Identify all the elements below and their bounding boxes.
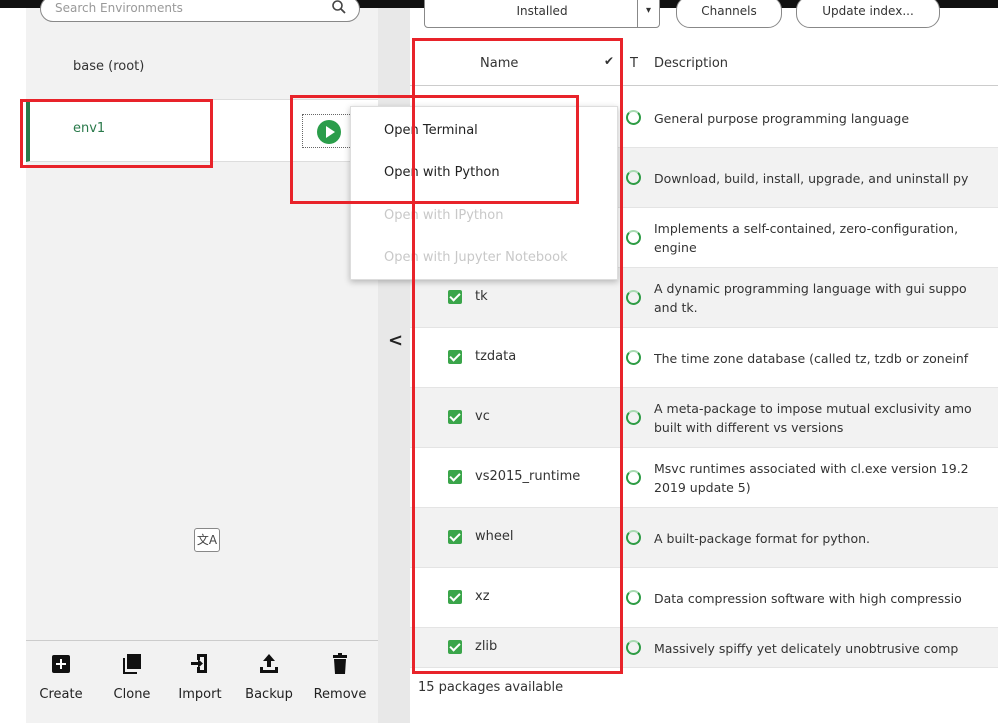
status-icon bbox=[626, 170, 641, 185]
environment-item-base[interactable]: base (root) bbox=[26, 38, 378, 100]
create-label: Create bbox=[39, 687, 83, 702]
search-environments-input[interactable]: Search Environments bbox=[40, 0, 360, 22]
import-icon bbox=[191, 654, 207, 673]
status-icon bbox=[626, 530, 641, 545]
backup-label: Backup bbox=[245, 687, 293, 702]
package-description: Massively spiffy yet delicately unobtrus… bbox=[654, 640, 959, 656]
status-icon bbox=[626, 110, 641, 125]
remove-label: Remove bbox=[313, 687, 367, 702]
environment-label: base (root) bbox=[73, 59, 145, 74]
package-description: A built-package format for python. bbox=[654, 530, 871, 546]
package-description: A meta-package to impose mutual exclusiv… bbox=[654, 401, 972, 416]
chevron-down-icon: ▾ bbox=[637, 0, 659, 27]
environment-actions-toolbar: Create Clone Import Backup Remove bbox=[26, 640, 378, 723]
update-index-button[interactable]: Update index... bbox=[796, 0, 940, 28]
package-description: engine bbox=[654, 240, 697, 255]
status-icon bbox=[626, 640, 641, 655]
upload-icon bbox=[260, 654, 278, 673]
status-icon bbox=[626, 230, 641, 245]
package-filter-select[interactable]: Installed ▾ bbox=[424, 0, 660, 28]
import-button[interactable]: Import bbox=[168, 653, 232, 702]
package-description: and tk. bbox=[654, 300, 698, 315]
column-header-description[interactable]: Description bbox=[654, 56, 728, 71]
import-label: Import bbox=[178, 687, 222, 702]
package-description: Data compression software with high comp… bbox=[654, 590, 962, 606]
package-description: 2019 update 5) bbox=[654, 480, 751, 495]
create-button[interactable]: Create bbox=[29, 653, 93, 702]
package-filter-value: Installed bbox=[516, 4, 568, 18]
search-icon[interactable] bbox=[331, 0, 347, 15]
package-description: built with different vs versions bbox=[654, 420, 844, 435]
status-icon bbox=[626, 410, 641, 425]
search-placeholder: Search Environments bbox=[55, 1, 183, 15]
clone-button[interactable]: Clone bbox=[100, 653, 164, 702]
translate-icon[interactable]: 文A bbox=[194, 528, 220, 552]
status-icon bbox=[626, 470, 641, 485]
annotation-box-env1 bbox=[20, 99, 213, 168]
package-description: A dynamic programming language with gui … bbox=[654, 281, 967, 296]
annotation-box-name-column bbox=[412, 38, 623, 674]
package-description: Msvc runtimes associated with cl.exe ver… bbox=[654, 461, 969, 476]
clone-icon bbox=[123, 654, 141, 674]
trash-icon bbox=[333, 653, 347, 674]
clone-label: Clone bbox=[113, 687, 151, 702]
status-icon bbox=[626, 350, 641, 365]
package-description: Download, build, install, upgrade, and u… bbox=[654, 170, 969, 186]
status-icon bbox=[626, 290, 641, 305]
package-description: The time zone database (called tz, tzdb … bbox=[654, 350, 969, 366]
status-icon bbox=[626, 590, 641, 605]
column-header-type[interactable]: T bbox=[630, 56, 638, 71]
plus-square-icon bbox=[52, 655, 70, 673]
package-description: General purpose programming language bbox=[654, 110, 910, 126]
collapse-panel-icon[interactable]: < bbox=[388, 330, 403, 351]
package-description: Implements a self-contained, zero-config… bbox=[654, 221, 959, 236]
packages-count-status: 15 packages available bbox=[418, 680, 564, 695]
channels-button[interactable]: Channels bbox=[676, 0, 782, 28]
backup-button[interactable]: Backup bbox=[237, 653, 301, 702]
remove-button[interactable]: Remove bbox=[308, 653, 372, 702]
